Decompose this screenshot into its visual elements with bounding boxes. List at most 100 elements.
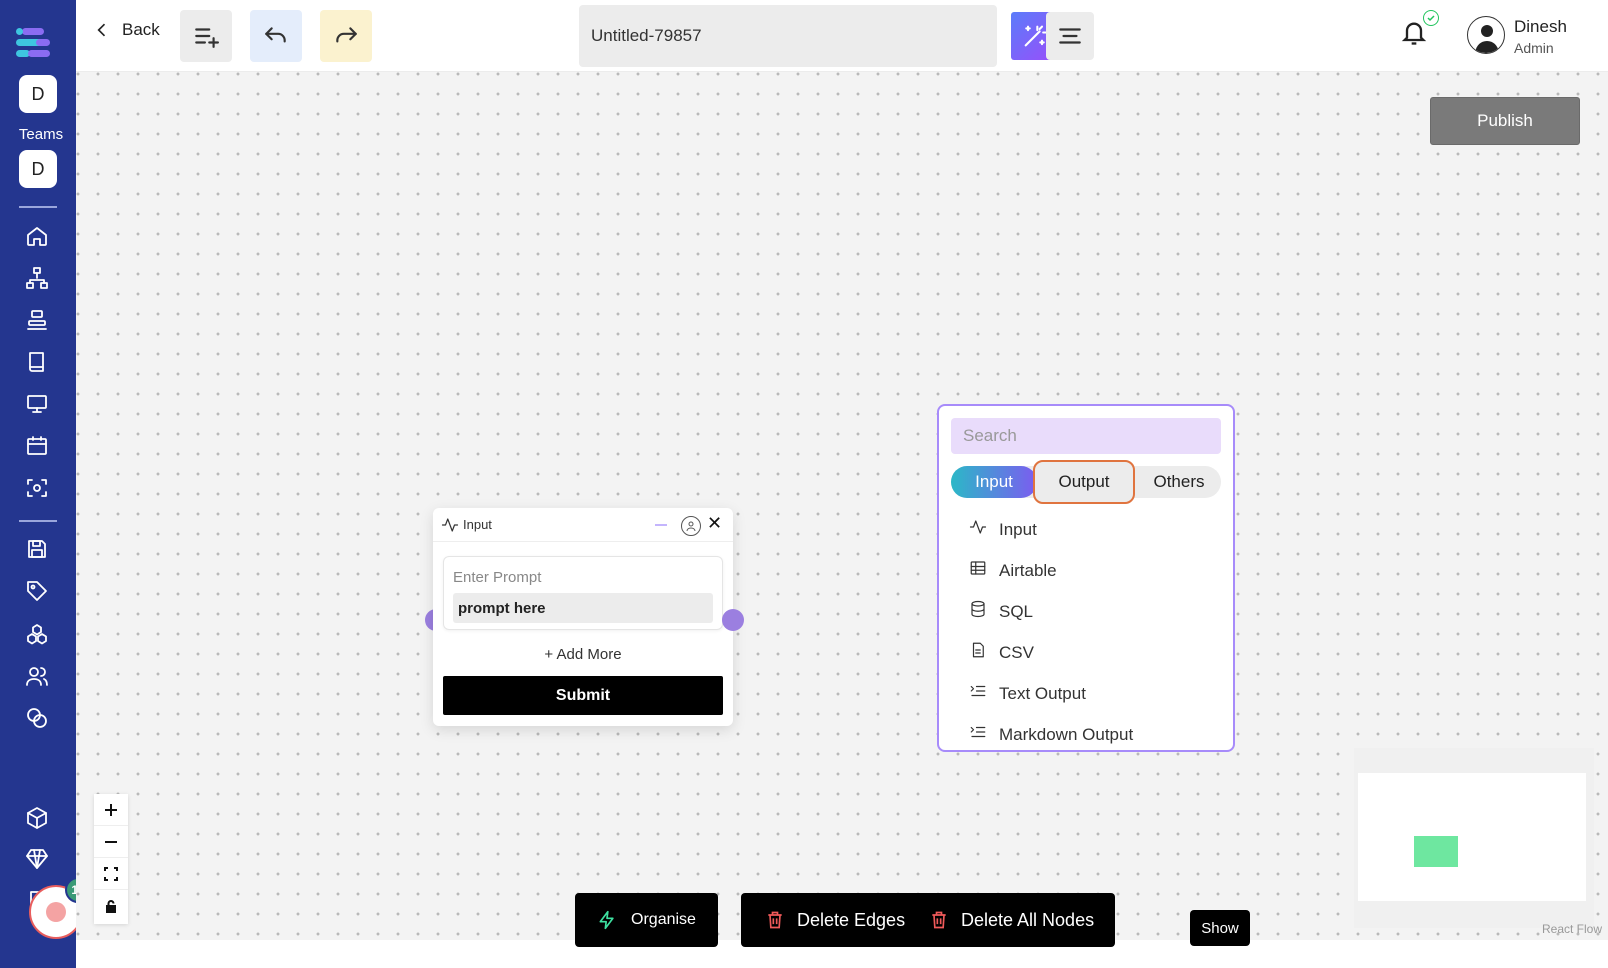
- publish-button[interactable]: Publish: [1430, 97, 1580, 145]
- chevron-left-icon: [97, 23, 106, 37]
- lock-icon: [106, 900, 116, 913]
- redo-icon: [336, 27, 357, 43]
- node-output-handle[interactable]: [722, 609, 744, 631]
- teams-label: Teams: [18, 126, 64, 143]
- book-icon[interactable]: [24, 349, 50, 375]
- list-item-label: Input: [999, 519, 1037, 539]
- sidebar-divider: [19, 520, 57, 522]
- prompt-input[interactable]: [453, 593, 713, 623]
- minimize-icon[interactable]: [655, 524, 667, 526]
- redo-button[interactable]: [320, 10, 372, 62]
- add-list-button[interactable]: [180, 10, 232, 62]
- tag-icon[interactable]: [24, 578, 50, 604]
- back-button[interactable]: Back: [92, 20, 160, 40]
- search-input[interactable]: [951, 418, 1221, 454]
- back-label: Back: [122, 20, 160, 39]
- list-item-label: Airtable: [999, 560, 1057, 580]
- magic-wand-icon: [1024, 25, 1048, 47]
- list-item-markdown-output[interactable]: Markdown Output: [969, 723, 1133, 746]
- save-icon[interactable]: [24, 536, 50, 562]
- list-item-sql[interactable]: SQL: [969, 600, 1033, 623]
- top-bar: Back Dinesh Admin: [76, 0, 1608, 72]
- list-item-csv[interactable]: CSV: [969, 641, 1034, 664]
- user-avatar[interactable]: [1467, 16, 1505, 54]
- close-icon[interactable]: ✕: [707, 513, 722, 534]
- organise-button[interactable]: Organise: [575, 893, 718, 947]
- avatar-dot: [46, 902, 66, 922]
- zoom-out-button[interactable]: [94, 826, 128, 858]
- delete-toolbar: Delete Edges Delete All Nodes: [741, 893, 1115, 947]
- hierarchy-icon[interactable]: [24, 265, 50, 291]
- trash-icon: [932, 911, 946, 929]
- react-flow-attribution[interactable]: React Flow: [1542, 922, 1602, 936]
- calendar-icon[interactable]: [24, 433, 50, 459]
- list-item-airtable[interactable]: Airtable: [969, 559, 1057, 582]
- coins-icon[interactable]: [24, 705, 50, 731]
- tab-others[interactable]: Others: [1137, 466, 1221, 498]
- node-title: Input: [463, 517, 492, 532]
- minimap-node: [1414, 836, 1458, 867]
- list-item-input[interactable]: Input: [969, 518, 1037, 541]
- cubes-icon[interactable]: [24, 621, 50, 647]
- plus-icon: [105, 803, 117, 816]
- trash-icon: [768, 911, 782, 929]
- workflow-title-input[interactable]: [579, 5, 997, 67]
- home-icon[interactable]: [24, 223, 50, 249]
- delete-edges-label: Delete Edges: [797, 909, 906, 930]
- sidebar-divider: [19, 206, 57, 208]
- list-item-text-output[interactable]: Text Output: [969, 682, 1086, 705]
- zoom-controls: [94, 794, 128, 924]
- align-center-icon: [1059, 28, 1081, 44]
- team-badge[interactable]: D: [19, 75, 57, 113]
- category-tabs: Input Output Others: [951, 460, 1221, 504]
- delete-edges-button[interactable]: Delete Edges: [765, 893, 905, 947]
- delete-all-nodes-label: Delete All Nodes: [961, 909, 1095, 930]
- minus-icon: [105, 840, 117, 843]
- user-name: Dinesh: [1514, 17, 1567, 36]
- monitor-icon[interactable]: [24, 391, 50, 417]
- delete-all-nodes-button[interactable]: Delete All Nodes: [929, 893, 1094, 947]
- user-role: Admin: [1514, 40, 1554, 56]
- fit-view-button[interactable]: [94, 858, 128, 890]
- check-icon: [1423, 10, 1439, 26]
- user-silhouette-icon: [1475, 25, 1499, 53]
- tab-input[interactable]: Input: [951, 466, 1037, 498]
- scan-icon[interactable]: [24, 475, 50, 501]
- database-icon: [969, 600, 987, 623]
- input-node[interactable]: Input ✕ Enter Prompt + Add More Submit: [433, 508, 733, 726]
- minimap[interactable]: [1354, 748, 1594, 928]
- minimap-viewport: [1358, 773, 1586, 901]
- lock-button[interactable]: [94, 890, 128, 922]
- prompt-label: Enter Prompt: [453, 569, 542, 586]
- prompt-field-group: Enter Prompt: [443, 556, 723, 630]
- node-library-panel: Input Output Others Input Airtable SQL C…: [937, 404, 1235, 752]
- activity-icon: [969, 518, 987, 541]
- list-item-label: CSV: [999, 642, 1034, 662]
- list-item-label: Markdown Output: [999, 724, 1134, 744]
- undo-icon: [265, 27, 286, 43]
- add-more-link[interactable]: + Add More: [433, 646, 733, 663]
- users-icon[interactable]: [24, 663, 50, 689]
- package-icon[interactable]: [24, 805, 50, 831]
- lightning-icon: [599, 910, 614, 930]
- gem-icon[interactable]: [24, 846, 50, 872]
- stack-icon[interactable]: [24, 307, 50, 333]
- table-icon: [969, 559, 987, 582]
- activity-icon: [441, 516, 459, 539]
- undo-button[interactable]: [250, 10, 302, 62]
- tab-output[interactable]: Output: [1033, 460, 1135, 504]
- user-circle-icon[interactable]: [681, 516, 701, 536]
- list-add-icon: [195, 28, 219, 48]
- organise-label: Organise: [631, 911, 696, 928]
- submit-button[interactable]: Submit: [443, 676, 723, 715]
- team-badge[interactable]: D: [19, 150, 57, 188]
- show-button[interactable]: Show: [1190, 910, 1250, 946]
- logo-icon: [16, 28, 50, 57]
- list-item-label: Text Output: [999, 683, 1086, 703]
- list-indent-icon: [969, 723, 987, 746]
- zoom-in-button[interactable]: [94, 794, 128, 826]
- sidebar: D Teams D: [0, 0, 76, 968]
- file-icon: [969, 641, 987, 664]
- list-indent-icon: [969, 682, 987, 705]
- align-button[interactable]: [1046, 12, 1094, 60]
